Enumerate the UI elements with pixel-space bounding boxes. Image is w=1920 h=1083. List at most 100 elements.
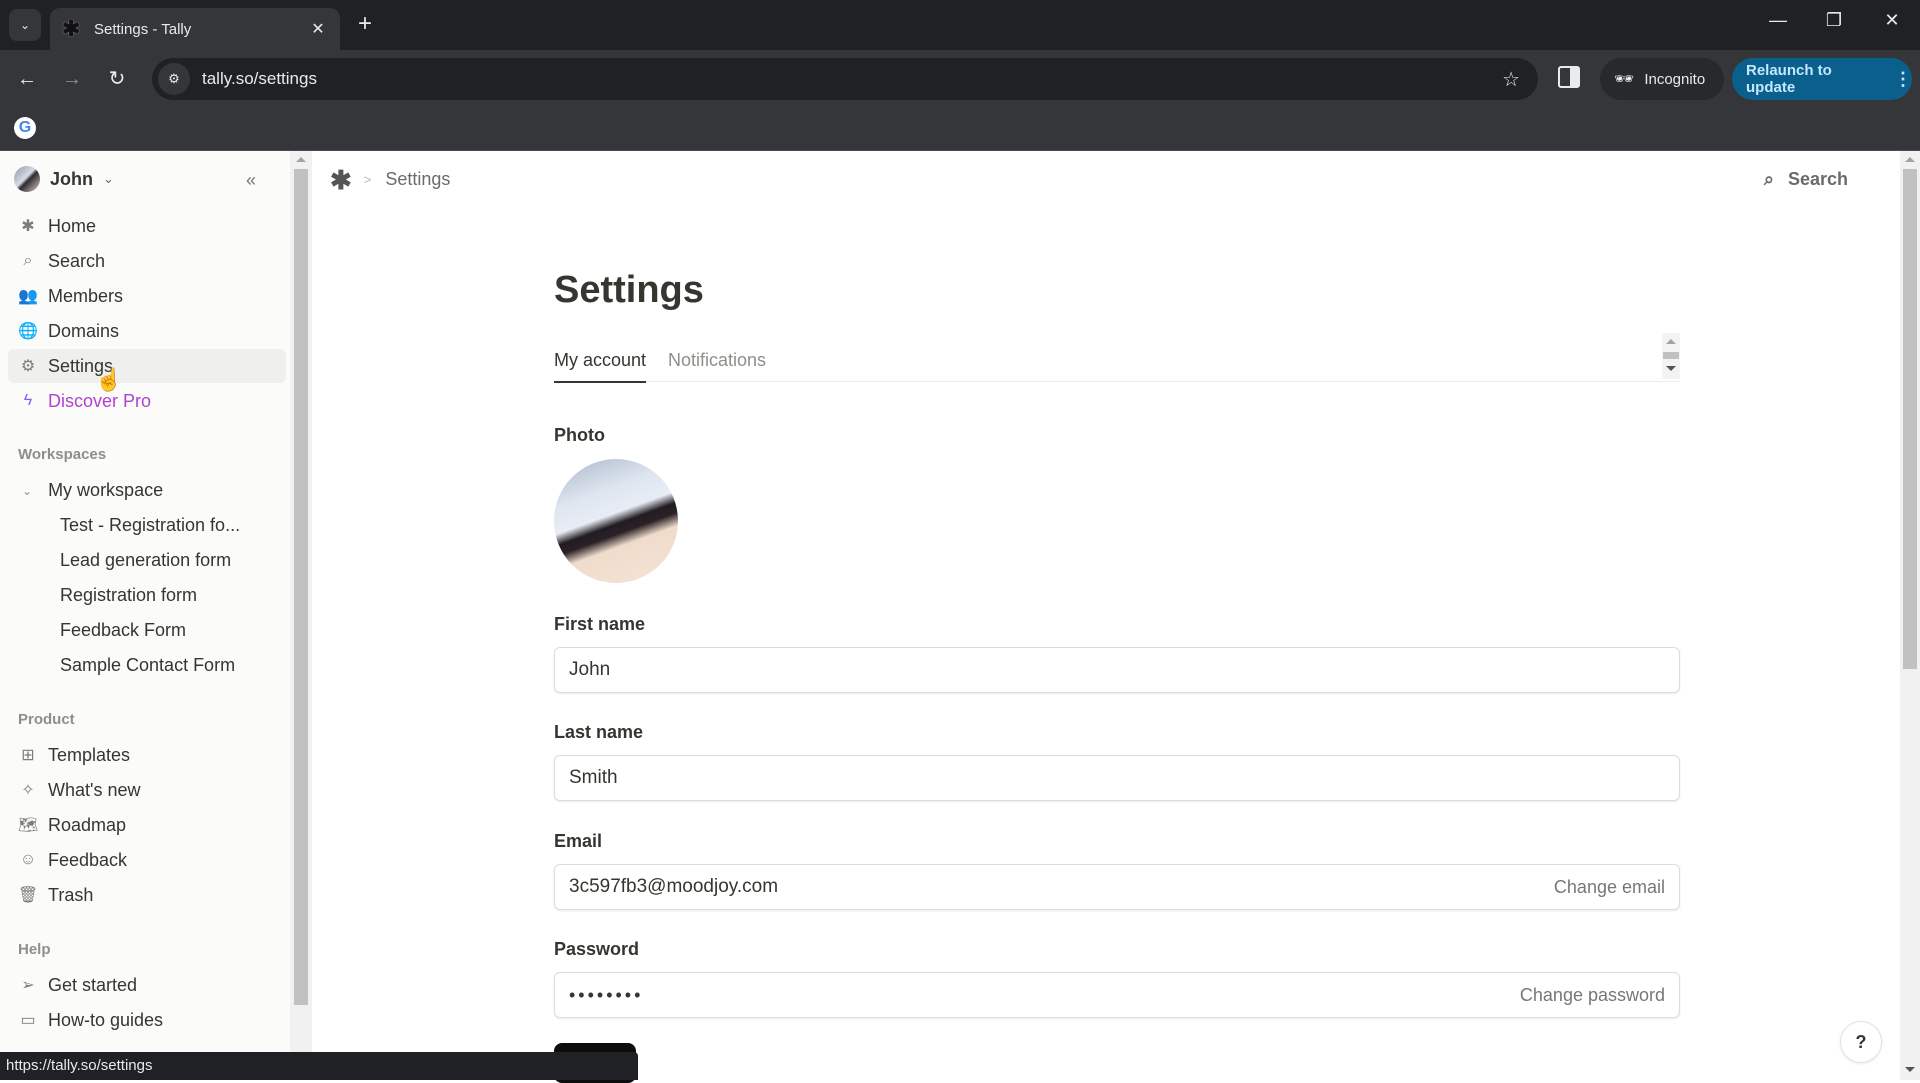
help-section-label: Help	[18, 941, 51, 958]
page-scroll-thumb[interactable]	[1903, 169, 1917, 669]
back-button[interactable]: ←	[12, 64, 42, 94]
google-icon[interactable]: G	[14, 117, 36, 139]
gear-icon: ⚙	[20, 358, 36, 375]
scroll-up-icon[interactable]	[1666, 339, 1676, 344]
sidebar-item-label: Domains	[48, 320, 120, 341]
minimize-button[interactable]: —	[1758, 10, 1798, 31]
scroll-up-icon[interactable]	[1905, 157, 1915, 162]
sidebar-item-home[interactable]: ✱ Home	[8, 209, 286, 243]
site-info-icon[interactable]: ⚙	[158, 63, 190, 95]
sidebar-item-trash[interactable]: 🗑 Trash	[8, 878, 286, 912]
tally-page: John ⌄ « ✱ Home ⌕ Search 👥 Members 🌐 Dom…	[0, 151, 1920, 1083]
restore-button[interactable]: ❐	[1814, 10, 1854, 31]
product-section-label: Product	[18, 711, 75, 728]
change-email-button[interactable]: Change email	[1554, 877, 1665, 898]
workspace-my-workspace[interactable]: ⌄ My workspace	[18, 480, 163, 501]
sidebar-item-label: Get started	[48, 974, 138, 995]
incognito-badge[interactable]: 🕶 Incognito	[1600, 58, 1724, 100]
hand-cursor-icon: ☝	[95, 367, 123, 392]
sidebar-item-how-to-guides[interactable]: ▭ How-to guides	[8, 1003, 286, 1037]
globe-icon: 🌐	[18, 323, 38, 340]
bookmarks-bar: G	[0, 108, 1920, 151]
sidebar-item-settings[interactable]: ⚙ Settings	[8, 349, 286, 383]
lightning-icon: ϟ	[23, 392, 33, 409]
form-item[interactable]: Sample Contact Form	[60, 655, 235, 676]
browser-tabstrip: ⌄ ✱ Settings - Tally ✕ + — ❐ ✕	[0, 0, 1920, 50]
tabs-scroll-thumb[interactable]	[1663, 352, 1679, 359]
relaunch-to-update-button[interactable]: Relaunch to update ⋮	[1732, 58, 1912, 100]
new-tab-button[interactable]: +	[352, 12, 378, 38]
sidebar-item-whats-new[interactable]: ✧ What's new	[8, 773, 286, 807]
sidebar-item-search[interactable]: ⌕ Search	[8, 244, 286, 278]
sidebar-item-label: Members	[48, 285, 124, 306]
tab-my-account[interactable]: My account	[554, 350, 647, 383]
browser-tab-active[interactable]: ✱ Settings - Tally ✕	[50, 8, 340, 50]
members-icon: 👥	[18, 288, 38, 305]
chevron-down-icon[interactable]: ⌄	[22, 484, 32, 498]
sidebar-item-label: Templates	[48, 744, 131, 765]
link-status-bar: https://tally.so/settings	[0, 1052, 638, 1080]
more-menu-icon[interactable]: ⋮	[1894, 69, 1912, 90]
last-name-field[interactable]: Smith	[554, 755, 1680, 801]
first-name-value[interactable]: John	[569, 659, 1665, 681]
form-item[interactable]: Registration form	[60, 585, 197, 606]
tally-logo-icon[interactable]: ✱	[330, 167, 352, 193]
settings-tabs: My account Notifications	[554, 342, 1680, 383]
password-field[interactable]: •••••••• Change password	[554, 972, 1680, 1018]
form-item[interactable]: Feedback Form	[60, 620, 186, 641]
sidebar-item-discover-pro[interactable]: ϟ Discover Pro	[8, 384, 286, 418]
incognito-label: Incognito	[1644, 70, 1706, 88]
password-label: Password	[554, 939, 640, 959]
collapse-sidebar-icon[interactable]: «	[246, 170, 256, 191]
page-scrollbar[interactable]	[1900, 151, 1920, 1080]
first-name-field[interactable]: John	[554, 647, 1680, 693]
workspace-name: My workspace	[48, 480, 164, 500]
password-value: ••••••••	[569, 984, 644, 1005]
address-bar[interactable]: ⚙ tally.so/settings ☆	[152, 58, 1538, 100]
sidebar-item-feedback[interactable]: ☺ Feedback	[8, 843, 286, 877]
sidebar-item-templates[interactable]: ⊞ Templates	[8, 738, 286, 772]
scroll-up-icon[interactable]	[296, 157, 306, 162]
email-label: Email	[554, 831, 603, 851]
scroll-down-icon[interactable]	[1905, 1067, 1915, 1072]
sidebar-item-roadmap[interactable]: 🗺 Roadmap	[8, 808, 286, 842]
top-search-button[interactable]: ⌕ Search	[1764, 169, 1848, 190]
scroll-down-icon[interactable]	[1666, 366, 1676, 371]
photo-label: Photo	[554, 425, 605, 445]
sidebar-item-members[interactable]: 👥 Members	[8, 279, 286, 313]
tabs-scrollbar[interactable]	[1662, 333, 1680, 379]
tab-list-button[interactable]: ⌄	[9, 9, 41, 41]
reload-button[interactable]: ↻	[102, 64, 132, 94]
breadcrumb-separator-icon: >	[363, 172, 372, 187]
bookmark-star-icon[interactable]: ☆	[1502, 67, 1520, 92]
chevron-down-icon: ⌄	[19, 18, 31, 32]
sidebar-item-label: How-to guides	[48, 1009, 164, 1030]
forward-button[interactable]: →	[57, 64, 87, 94]
window-close-button[interactable]: ✕	[1872, 10, 1912, 31]
form-item[interactable]: Test - Registration fo...	[60, 515, 240, 536]
search-label: Search	[1787, 169, 1848, 189]
profile-photo[interactable]	[554, 459, 678, 583]
change-password-button[interactable]: Change password	[1520, 985, 1665, 1006]
first-name-label: First name	[554, 614, 646, 634]
page-title: Settings	[554, 269, 704, 311]
url-text[interactable]: tally.so/settings	[202, 69, 1502, 89]
incognito-icon: 🕶	[1614, 71, 1635, 88]
sidebar-item-domains[interactable]: 🌐 Domains	[8, 314, 286, 348]
last-name-value[interactable]: Smith	[569, 767, 1665, 789]
sidebar-scroll-thumb[interactable]	[294, 169, 308, 1005]
browser-toolbar: ← → ↻ ⚙ tally.so/settings ☆ 🕶 Incognito …	[0, 50, 1920, 108]
user-name: John	[50, 168, 93, 189]
sidebar-scrollbar[interactable]	[290, 151, 312, 1080]
form-item[interactable]: Lead generation form	[60, 550, 231, 571]
sidebar-item-get-started[interactable]: ➢ Get started	[8, 968, 286, 1002]
tab-notifications[interactable]: Notifications	[668, 350, 766, 381]
workspace-switcher[interactable]: John ⌄	[14, 166, 114, 192]
email-field[interactable]: 3c597fb3@moodjoy.com Change email	[554, 864, 1680, 910]
tab-title: Settings - Tally	[94, 20, 192, 38]
sidebar-item-label: Discover Pro	[48, 390, 152, 411]
smiley-icon: ☺	[19, 851, 37, 868]
help-button[interactable]: ?	[1840, 1021, 1882, 1063]
side-panel-icon[interactable]	[1558, 66, 1580, 88]
tab-close-icon[interactable]: ✕	[308, 19, 328, 39]
